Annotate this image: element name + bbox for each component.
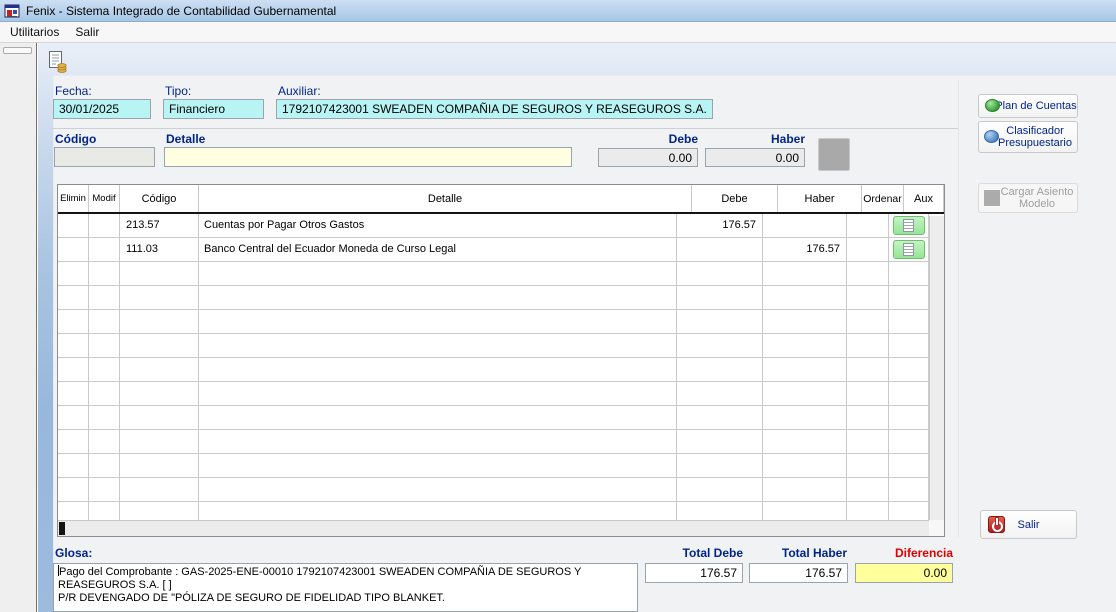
col-header-detalle[interactable]: Detalle	[199, 185, 692, 212]
tipo-field[interactable]: Financiero	[163, 99, 264, 119]
diferencia-label: Diferencia	[855, 546, 953, 560]
cell-debe: 176.57	[677, 214, 763, 237]
document-list-icon	[903, 219, 914, 232]
panel-expand-grip[interactable]	[3, 47, 32, 54]
table-row-empty[interactable]	[58, 478, 929, 502]
table-empty-rows	[58, 262, 929, 526]
plan-de-cuentas-label: Plan de Cuentas	[995, 100, 1076, 112]
panel-divider	[958, 80, 959, 537]
blue-sphere-icon	[984, 130, 999, 143]
app-icon	[4, 3, 20, 19]
green-sphere-icon	[985, 99, 1000, 112]
col-header-modif[interactable]: Modif	[89, 185, 120, 212]
table-row-empty[interactable]	[58, 310, 929, 334]
cell-debe	[677, 238, 763, 261]
table-row-empty[interactable]	[58, 358, 929, 382]
col-header-elimin[interactable]: Elimin	[58, 185, 89, 212]
haber-entry-field: 0.00	[705, 148, 805, 167]
table-row-empty[interactable]	[58, 262, 929, 286]
fecha-label: Fecha:	[55, 84, 92, 98]
debe-entry-label: Debe	[598, 132, 698, 146]
aux-detail-button[interactable]	[893, 216, 925, 235]
total-debe-field: 176.57	[645, 563, 743, 583]
glosa-text-line2: P/R DEVENGADO DE "PÓLIZA DE SEGURO DE FI…	[58, 592, 445, 604]
auxiliar-field[interactable]: 1792107423001 SWEADEN COMPAÑIA DE SEGURO…	[276, 99, 713, 119]
cell-haber	[763, 214, 847, 237]
detalle-entry-field[interactable]	[164, 147, 572, 167]
glosa-text-line1: Pago del Comprobante : GAS-2025-ENE-0001…	[58, 566, 581, 591]
vertical-scrollbar[interactable]	[929, 216, 944, 520]
total-haber-label: Total Haber	[749, 546, 847, 560]
cargar-label-line1: Cargar Asiento	[1001, 186, 1074, 198]
title-bar: Fenix - Sistema Integrado de Contabilida…	[0, 0, 1116, 22]
left-collapsed-panel	[0, 43, 37, 612]
application-window: Fenix - Sistema Integrado de Contabilida…	[0, 0, 1116, 612]
cell-detalle: Cuentas por Pagar Otros Gastos	[199, 214, 677, 237]
scrollbar-corner	[929, 520, 944, 536]
cell-codigo: 111.03	[120, 238, 199, 261]
auxiliar-label: Auxiliar:	[278, 84, 321, 98]
col-header-ordenar[interactable]: Ordenar	[862, 185, 904, 212]
salir-label: Salir	[1017, 519, 1039, 531]
menu-salir[interactable]: Salir	[67, 22, 107, 42]
separator-line	[53, 128, 958, 129]
table-row[interactable]: 111.03 Banco Central del Ecuador Moneda …	[58, 238, 929, 262]
glosa-textarea[interactable]: Pago del Comprobante : GAS-2025-ENE-0001…	[53, 563, 638, 612]
table-row-empty[interactable]	[58, 406, 929, 430]
save-voucher-button[interactable]	[44, 50, 70, 76]
tipo-label: Tipo:	[165, 84, 191, 98]
col-header-aux[interactable]: Aux	[904, 185, 944, 212]
fecha-field[interactable]: 30/01/2025	[53, 99, 151, 119]
table-header-row: Elimin Modif Código Detalle Debe Haber O…	[58, 185, 944, 214]
table-row-empty[interactable]	[58, 286, 929, 310]
document-coins-icon	[47, 61, 68, 76]
cell-codigo: 213.57	[120, 214, 199, 237]
table-body: 213.57 Cuentas por Pagar Otros Gastos 17…	[58, 214, 929, 526]
table-row-empty[interactable]	[58, 334, 929, 358]
horizontal-scrollbar[interactable]	[58, 520, 929, 536]
table-row-empty[interactable]	[58, 454, 929, 478]
total-haber-field: 176.57	[749, 563, 848, 583]
col-header-debe[interactable]: Debe	[692, 185, 778, 212]
total-debe-label: Total Debe	[645, 546, 743, 560]
cargar-label-line2: Modelo	[1019, 198, 1055, 210]
table-row-empty[interactable]	[58, 430, 929, 454]
red-power-icon	[988, 516, 1005, 533]
detalle-entry-label: Detalle	[166, 132, 205, 146]
window-title: Fenix - Sistema Integrado de Contabilida…	[26, 4, 336, 18]
glosa-label: Glosa:	[55, 546, 92, 560]
add-line-button-disabled[interactable]	[818, 138, 850, 171]
menu-utilitarios[interactable]: Utilitarios	[2, 22, 67, 42]
col-header-haber[interactable]: Haber	[778, 185, 862, 212]
diferencia-field: 0.00	[855, 563, 953, 583]
entries-table: Elimin Modif Código Detalle Debe Haber O…	[57, 184, 945, 537]
document-list-icon	[903, 243, 914, 256]
col-header-codigo[interactable]: Código	[120, 185, 199, 212]
debe-entry-field: 0.00	[598, 148, 698, 167]
menu-bar: Utilitarios Salir	[0, 22, 1116, 43]
cell-haber: 176.57	[763, 238, 847, 261]
cell-detalle: Banco Central del Ecuador Moneda de Curs…	[199, 238, 677, 261]
codigo-entry-field[interactable]	[54, 147, 155, 167]
gray-square-icon	[984, 190, 1000, 206]
clasificador-label-line2: Presupuestario	[998, 137, 1072, 149]
table-row-empty[interactable]	[58, 382, 929, 406]
clasificador-label-line1: Clasificador	[1006, 125, 1063, 137]
haber-entry-label: Haber	[705, 132, 805, 146]
aux-detail-button[interactable]	[893, 240, 925, 259]
codigo-entry-label: Código	[55, 132, 96, 146]
table-row[interactable]: 213.57 Cuentas por Pagar Otros Gastos 17…	[58, 214, 929, 238]
horizontal-scrollbar-thumb[interactable]	[59, 522, 65, 535]
